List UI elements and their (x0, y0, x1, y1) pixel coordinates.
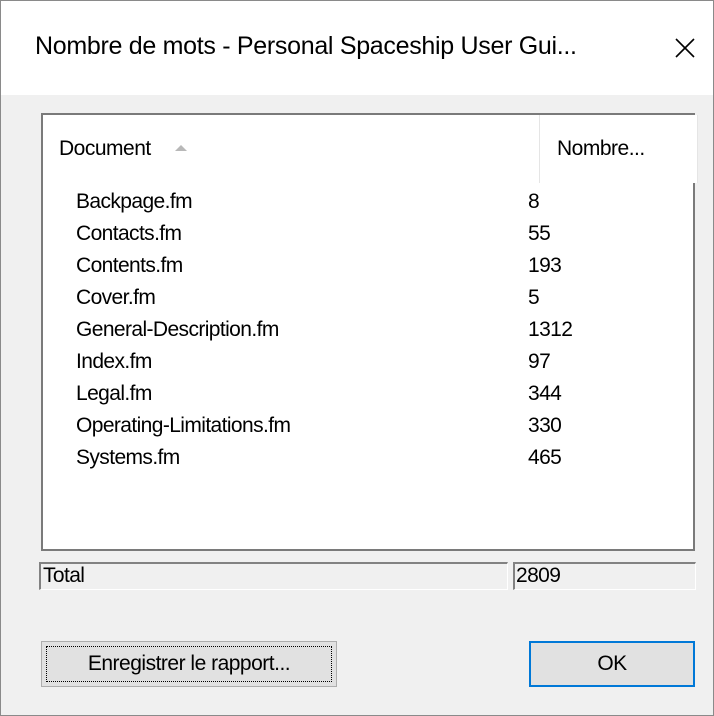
column-header-count-label: Nombre... (557, 137, 645, 160)
ok-button-label: OK (597, 652, 627, 675)
table-row[interactable]: Systems.fm 465 (43, 443, 693, 475)
document-name: Cover.fm (76, 286, 156, 309)
document-name: Backpage.fm (76, 190, 193, 213)
table-row[interactable]: Contacts.fm 55 (43, 219, 693, 251)
column-header-count[interactable]: Nombre... (540, 115, 698, 183)
dialog-body: Document Nombre... Backpage.fm 8 Contact… (1, 95, 713, 715)
document-list[interactable]: Document Nombre... Backpage.fm 8 Contact… (41, 113, 698, 551)
document-name: Operating-Limitations.fm (76, 414, 291, 437)
close-button[interactable] (661, 23, 709, 73)
total-label: Total (39, 562, 508, 590)
title-bar[interactable]: Nombre de mots - Personal Spaceship User… (1, 1, 713, 95)
table-row[interactable]: Legal.fm 344 (43, 379, 693, 411)
save-report-button[interactable]: Enregistrer le rapport... (41, 641, 337, 687)
list-rows: Backpage.fm 8 Contacts.fm 55 Contents.fm… (43, 187, 693, 475)
word-count: 193 (528, 254, 562, 277)
word-count: 344 (528, 382, 562, 405)
focus-rectangle (46, 646, 332, 682)
table-row[interactable]: General-Description.fm 1312 (43, 315, 693, 347)
word-count: 5 (528, 286, 540, 309)
document-name: Contents.fm (76, 254, 183, 277)
table-row[interactable]: Operating-Limitations.fm 330 (43, 411, 693, 443)
word-count-dialog: Nombre de mots - Personal Spaceship User… (0, 0, 714, 716)
word-count: 8 (528, 190, 540, 213)
column-header-document[interactable]: Document (43, 115, 540, 183)
sort-ascending-icon (174, 145, 187, 151)
total-value: 2809 (513, 562, 696, 590)
document-name: Legal.fm (76, 382, 152, 405)
document-name: Contacts.fm (76, 222, 182, 245)
word-count: 465 (528, 446, 562, 469)
table-row[interactable]: Backpage.fm 8 (43, 187, 693, 219)
document-name: Index.fm (76, 350, 152, 373)
table-row[interactable]: Index.fm 97 (43, 347, 693, 379)
word-count: 97 (528, 350, 551, 373)
column-header-document-label: Document (59, 137, 151, 160)
document-name: Systems.fm (76, 446, 180, 469)
word-count: 330 (528, 414, 562, 437)
table-row[interactable]: Cover.fm 5 (43, 283, 693, 315)
close-icon (675, 38, 695, 58)
word-count: 1312 (528, 318, 573, 341)
word-count: 55 (528, 222, 551, 245)
window-title: Nombre de mots - Personal Spaceship User… (35, 32, 577, 60)
document-name: General-Description.fm (76, 318, 279, 341)
ok-button[interactable]: OK (529, 641, 695, 687)
table-row[interactable]: Contents.fm 193 (43, 251, 693, 283)
